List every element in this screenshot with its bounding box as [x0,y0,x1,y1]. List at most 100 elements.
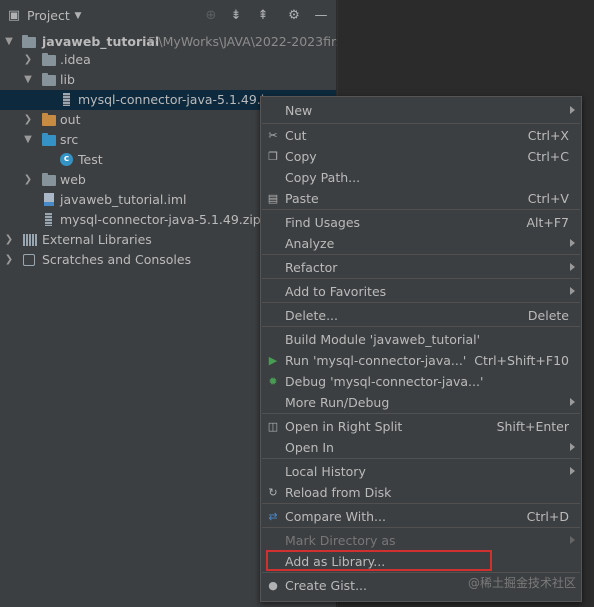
menu-separator [262,413,580,414]
chevron-right-icon[interactable]: ❯ [23,53,33,67]
menu-item-paste[interactable]: ▤ Paste Ctrl+V [261,188,581,209]
web-folder-icon [42,173,56,187]
menu-item-compare-with[interactable]: ⇄ Compare With... Ctrl+D [261,506,581,527]
menu-shortcut: Ctrl+D [526,509,569,524]
tree-item-javaweb-tutorial[interactable]: ▼ javaweb_tutorial F:\MyWorks\JAVA\2022-… [0,32,342,52]
tree-item-lib[interactable]: ▼ lib [0,70,336,90]
submenu-arrow-icon [570,443,575,451]
menu-item-label: Find Usages [285,215,361,230]
project-toolbar: ▣ Project ▼ ⊕ ⇟ ⇞ ⚙ — [0,0,336,33]
menu-item-label: Debug 'mysql-connector-java...' [285,374,484,389]
folder-icon [42,53,56,67]
cut-icon: ✂ [268,129,278,142]
project-title[interactable]: Project [27,8,70,23]
menu-item-local-history[interactable]: Local History [261,461,581,482]
menu-shortcut: Shift+Enter [496,419,569,434]
settings-icon[interactable]: ⚙ [286,8,302,24]
menu-item-build-module[interactable]: Build Module 'javaweb_tutorial' [261,329,581,350]
submenu-arrow-icon [570,536,575,544]
menu-item-label: Build Module 'javaweb_tutorial' [285,332,481,347]
menu-item-refactor[interactable]: Refactor [261,257,581,278]
menu-item-label: Create Gist... [285,578,368,593]
class-icon: c [60,153,74,167]
menu-item-copy[interactable]: ❐ Copy Ctrl+C [261,146,581,167]
submenu-arrow-icon [570,239,575,247]
menu-separator [262,458,580,459]
menu-item-new[interactable]: New [261,100,581,121]
menu-item-run[interactable]: ▶ Run 'mysql-connector-java...' Ctrl+Shi… [261,350,581,371]
chevron-right-icon[interactable]: ❯ [4,233,14,247]
menu-shortcut: Ctrl+V [527,191,569,206]
menu-separator [262,123,580,124]
submenu-arrow-icon [570,467,575,475]
split-icon: ◫ [267,420,279,433]
reload-icon: ↻ [268,486,278,499]
expand-all-icon[interactable]: ⇟ [228,8,244,24]
menu-item-label: Local History [285,464,366,479]
menu-item-analyze[interactable]: Analyze [261,233,581,254]
chevron-down-icon[interactable]: ▼ [23,133,33,147]
paste-icon: ▤ [267,192,279,205]
menu-separator [262,326,580,327]
highlight-box [266,550,492,571]
submenu-arrow-icon [570,398,575,406]
menu-item-label: Copy Path... [285,170,361,185]
menu-item-cut[interactable]: ✂ Cut Ctrl+X [261,125,581,146]
module-path: F:\MyWorks\JAVA\2022-2023firs [148,34,343,49]
tree-item-label: lib [60,72,75,87]
menu-item-label: Mark Directory as [285,533,396,548]
menu-separator [262,503,580,504]
menu-item-label: Paste [285,191,319,206]
menu-shortcut: Ctrl+X [527,128,569,143]
chevron-down-icon[interactable]: ▼ [4,35,14,49]
menu-item-open-in-right-split[interactable]: ◫ Open in Right Split Shift+Enter [261,416,581,437]
menu-item-label: More Run/Debug [285,395,390,410]
tree-item-label: Test [78,152,103,167]
iml-file-icon [42,193,56,207]
hide-icon[interactable]: — [313,8,329,24]
menu-item-more-run-debug[interactable]: More Run/Debug [261,392,581,413]
menu-item-label: Add to Favorites [285,284,387,299]
copy-icon: ❐ [268,150,278,163]
menu-item-label: Analyze [285,236,335,251]
chevron-down-icon[interactable]: ▼ [23,73,33,87]
menu-item-reload-from-disk[interactable]: ↻ Reload from Disk [261,482,581,503]
menu-item-delete[interactable]: Delete... Delete [261,305,581,326]
submenu-arrow-icon [570,263,575,271]
tree-item-label: mysql-connector-java-5.1.49.zip [60,212,261,227]
tree-item-label: .idea [60,52,91,67]
menu-item-label: Refactor [285,260,338,275]
menu-item-label: Open In [285,440,334,455]
menu-shortcut: Alt+F7 [526,215,569,230]
menu-item-label: Cut [285,128,307,143]
menu-item-copy-path[interactable]: Copy Path... [261,167,581,188]
debug-icon: ✹ [268,375,278,388]
tree-item-idea[interactable]: ❯ .idea [0,50,336,70]
zip-file-icon [42,213,56,227]
collapse-all-icon[interactable]: ⇞ [255,8,271,24]
menu-shortcut: Ctrl+C [527,149,569,164]
menu-separator [262,527,580,528]
menu-separator [262,278,580,279]
project-panel-icon: ▣ [7,8,21,23]
chevron-right-icon[interactable]: ❯ [4,253,14,267]
menu-item-add-to-favorites[interactable]: Add to Favorites [261,281,581,302]
menu-item-debug[interactable]: ✹ Debug 'mysql-connector-java...' [261,371,581,392]
submenu-arrow-icon [570,106,575,114]
menu-shortcut: Delete [527,308,569,323]
menu-separator [262,209,580,210]
locate-icon[interactable]: ⊕ [203,8,219,24]
menu-item-label: Compare With... [285,509,386,524]
menu-item-label: New [285,103,313,118]
chevron-right-icon[interactable]: ❯ [23,173,33,187]
dropdown-icon[interactable]: ▼ [70,8,86,24]
chevron-right-icon[interactable]: ❯ [23,113,33,127]
menu-item-find-usages[interactable]: Find Usages Alt+F7 [261,212,581,233]
compare-icon: ⇄ [268,510,278,523]
submenu-arrow-icon [570,287,575,295]
tree-item-label: mysql-connector-java-5.1.49.jar [78,92,278,107]
tree-item-label: javaweb_tutorial [42,34,160,49]
menu-item-open-in[interactable]: Open In [261,437,581,458]
source-folder-icon [42,133,56,147]
github-icon: ● [268,579,278,592]
